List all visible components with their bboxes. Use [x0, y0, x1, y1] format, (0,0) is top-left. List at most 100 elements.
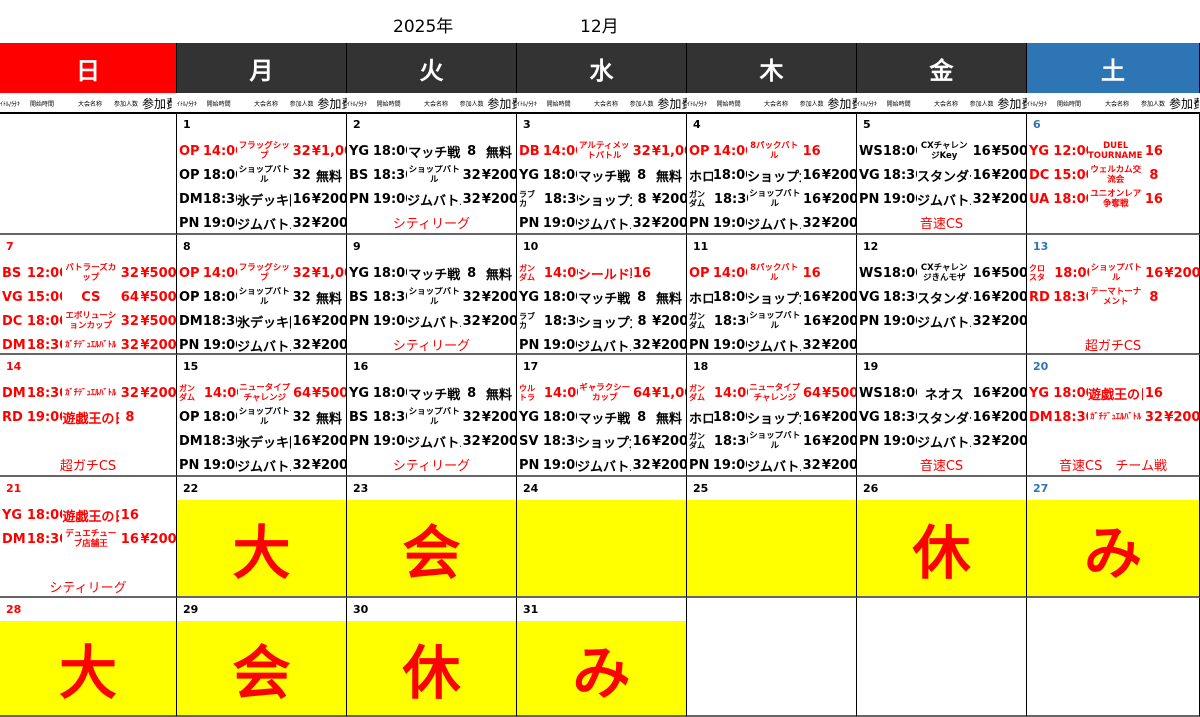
day-cell[interactable]: 10 ガンダム 14:00シールド戦16 YG18:00マッチ戦 8 無料ラブカ 18:30… — [517, 235, 687, 355]
event-row[interactable]: DM18:30ｶﾞﾁﾃﾞｭｴﾙﾊﾞﾄﾙ32¥200 — [2, 382, 176, 404]
day-cell[interactable]: 8OP14:00フラッグシップ32¥1,000OP18:00ショップバトル32無… — [177, 235, 347, 355]
event-row[interactable]: DM18:30氷デッキ限定16¥200 — [179, 430, 346, 452]
day-cell[interactable]: 15 ガンダム 14:00ニュータイプチャレンジ64¥500 OP18:00ショップバ… — [177, 355, 347, 477]
event-row[interactable]: YG18:00マッチ戦 8 無料 — [519, 406, 686, 428]
event-row[interactable]: ラブカ 18:30ショップ大会 8 ¥200 — [519, 310, 686, 332]
event-row[interactable]: ホロ18:00ショップ大会16¥200 — [689, 406, 856, 428]
event-row[interactable]: OP18:00ショップバトル32無料 — [179, 406, 346, 428]
event-row[interactable]: PN19:00ジムバトル32¥200 — [519, 212, 686, 233]
event-row[interactable]: クロスタ 18:00ショップバトル16¥200 — [1029, 262, 1199, 284]
event-row[interactable]: RD18:30テーマトーナメント 8 — [1029, 286, 1199, 308]
day-cell[interactable]: 17 ウルトラ 14:00ギャラクシーカップ64¥1,000 YG18:00マッチ戦 8… — [517, 355, 687, 477]
event-row[interactable]: PN19:00ジムバトル32¥200 — [179, 212, 346, 233]
day-cell[interactable]: 2YG18:00マッチ戦8無料BS18:30ショップバトル32¥200PN19:… — [347, 113, 517, 235]
event-row[interactable]: YG18:00マッチ戦 8 無料 — [519, 164, 686, 186]
event-row[interactable]: OP14:00フラッグシップ32¥1,000 — [179, 140, 346, 162]
event-row[interactable]: PN19:00ジムバトル32¥200 — [349, 430, 516, 452]
event-row[interactable]: ホロ18:00ショップ大会16¥200 — [689, 164, 856, 186]
day-cell[interactable]: 26 休 — [857, 477, 1027, 598]
event-row[interactable]: ガンダム 14:00シールド戦16 — [519, 262, 686, 284]
event-row[interactable]: UA18:00ユニオンレア争奪戦16 — [1029, 188, 1199, 210]
day-cell[interactable]: 29 会 — [177, 598, 347, 717]
event-row[interactable]: ウルトラ 14:00ギャラクシーカップ64¥1,000 — [519, 382, 686, 404]
event-row[interactable]: ガンダム 18:30ショップバトル16¥200 — [689, 188, 856, 210]
day-cell[interactable]: 20YG18:00遊戯王の日16DM18:30ｶﾞﾁﾃﾞｭｴﾙﾊﾞﾄﾙ32¥20… — [1027, 355, 1200, 477]
event-row[interactable]: YG18:00マッチ戦 8 無料 — [349, 140, 516, 162]
day-cell[interactable]: 14 DM18:30ｶﾞﾁﾃﾞｭｴﾙﾊﾞﾄﾙ32¥200 RD19:00遊戯王の日 8… — [0, 355, 177, 477]
event-row[interactable]: DM18:30氷デッキ限定16¥200 — [179, 310, 346, 332]
day-cell[interactable]: 23 会 — [347, 477, 517, 598]
event-row[interactable]: SV18:30ショップ大会16¥200 — [519, 430, 686, 452]
event-row[interactable]: PN19:00ジムバトル32¥200 — [859, 430, 1026, 452]
event-row[interactable]: PN19:00ジムバトル32¥200 — [859, 310, 1026, 332]
event-row[interactable]: PN19:00ジムバトル32¥200 — [689, 212, 856, 233]
day-cell[interactable]: 13 クロスタ 18:00ショップバトル16¥200 RD18:30テーマトーナメント… — [1027, 235, 1200, 355]
day-cell[interactable]: 28 大 — [0, 598, 177, 717]
event-row[interactable]: BS18:30ショップバトル32¥200 — [349, 406, 516, 428]
event-row[interactable]: YG18:00遊戯王の日16 — [1029, 382, 1199, 404]
day-cell[interactable]: 24 — [517, 477, 687, 598]
event-row[interactable]: ホロ18:00ショップ大会16¥200 — [689, 286, 856, 308]
event-row[interactable]: DB14:00アルティメットバトル32¥1,000 — [519, 140, 686, 162]
event-row[interactable]: YG18:00マッチ戦 8 無料 — [349, 262, 516, 284]
event-row[interactable]: DM18:30ｶﾞﾁﾃﾞｭｴﾙﾊﾞﾄﾙ32¥200 — [2, 334, 176, 353]
day-cell[interactable]: 16YG18:00マッチ戦8無料BS18:30ショップバトル32¥200PN19… — [347, 355, 517, 477]
event-row[interactable]: WS18:00CXチャレンジKey16¥500 — [859, 140, 1026, 162]
event-row[interactable]: WS18:00 ネオス 16¥200 — [859, 382, 1026, 404]
day-cell[interactable]: 30 休 — [347, 598, 517, 717]
event-row[interactable]: PN19:00ジムバトル32¥200 — [689, 454, 856, 475]
event-row[interactable]: DC18:00エボリューションカップ32¥500 — [2, 310, 176, 332]
event-row[interactable]: PN19:00ジムバトル32¥200 — [179, 454, 346, 475]
day-cell[interactable]: 19WS18:00ネオス16¥200VG18:30スタンダード16¥200PN1… — [857, 355, 1027, 477]
event-row[interactable]: ガンダム 14:00ニュータイプチャレンジ64¥500 — [179, 382, 346, 404]
event-row[interactable]: ラブカ 18:30ショップ大会 8 ¥200 — [519, 188, 686, 210]
event-row[interactable]: ガンダム 14:00ニュータイプチャレンジ64¥500 — [689, 382, 856, 404]
event-row[interactable]: VG15:00 CS 64¥500 — [2, 286, 176, 308]
event-row[interactable]: BS12:00バトラーズカップ32¥500 — [2, 262, 176, 284]
day-cell[interactable]: 7BS12:00バトラーズカップ32¥500VG15:00CS64¥500DC1… — [0, 235, 177, 355]
event-row[interactable]: DC15:00ウェルカム交流会 8 — [1029, 164, 1199, 186]
event-row[interactable]: PN19:00ジムバトル32¥200 — [859, 188, 1026, 210]
day-cell[interactable]: 4OP14:008パックバトル16ホロ18:00ショップ大会16¥200ガンダム… — [687, 113, 857, 235]
event-row[interactable]: ガンダム 18:30ショップバトル16¥200 — [689, 310, 856, 332]
event-row[interactable]: YG12:00DUEL TOURNAMENT16 — [1029, 140, 1199, 162]
event-row[interactable]: ガンダム 18:30ショップバトル16¥200 — [689, 430, 856, 452]
day-cell[interactable]: 31 み — [517, 598, 687, 717]
day-cell[interactable]: 25 — [687, 477, 857, 598]
event-row[interactable]: BS18:30ショップバトル32¥200 — [349, 164, 516, 186]
event-row[interactable]: VG18:30スタンダード16¥200 — [859, 164, 1026, 186]
day-cell[interactable]: 9YG18:00マッチ戦8無料BS18:30ショップバトル32¥200PN19:… — [347, 235, 517, 355]
event-row[interactable]: DM18:30氷デッキ限定16¥200 — [179, 188, 346, 210]
event-row[interactable]: PN19:00ジムバトル32¥200 — [519, 454, 686, 475]
event-row[interactable]: WS18:00CXチャレンジきんモザ16¥500 — [859, 262, 1026, 284]
event-row[interactable]: VG18:30スタンダード16¥200 — [859, 286, 1026, 308]
event-row[interactable]: RD19:00遊戯王の日 8 — [2, 406, 176, 428]
day-cell[interactable]: 22 大 — [177, 477, 347, 598]
day-cell[interactable]: 1OP14:00フラッグシップ32¥1,000OP18:00ショップバトル32無… — [177, 113, 347, 235]
day-cell[interactable]: 12WS18:00CXチャレンジきんモザ16¥500VG18:30スタンダード1… — [857, 235, 1027, 355]
event-row[interactable]: OP18:00ショップバトル32無料 — [179, 164, 346, 186]
event-row[interactable]: PN19:00ジムバトル32¥200 — [689, 334, 856, 354]
day-cell[interactable]: 6YG12:00DUEL TOURNAMENT16DC15:00ウェルカム交流会… — [1027, 113, 1200, 235]
event-row[interactable]: OP18:00ショップバトル32無料 — [179, 286, 346, 308]
event-row[interactable]: DM18:30デュエチューブ店舗王16¥200 — [2, 528, 176, 550]
event-row[interactable]: VG18:30スタンダード16¥200 — [859, 406, 1026, 428]
event-row[interactable]: PN19:00ジムバトル32¥200 — [519, 334, 686, 354]
event-row[interactable]: PN19:00ジムバトル32¥200 — [179, 334, 346, 354]
day-cell[interactable]: 3DB14:00アルティメットバトル32¥1,000YG18:00マッチ戦8無料… — [517, 113, 687, 235]
day-cell[interactable]: 21YG18:00遊戯王の日16DM18:30デュエチューブ店舗王16¥200シ… — [0, 477, 177, 598]
event-row[interactable]: YG18:00遊戯王の日16 — [2, 504, 176, 526]
event-row[interactable]: DM18:30ｶﾞﾁﾃﾞｭｴﾙﾊﾞﾄﾙ32¥200 — [1029, 406, 1199, 428]
event-row[interactable]: BS18:30ショップバトル32¥200 — [349, 286, 516, 308]
day-cell[interactable]: 18 ガンダム 14:00ニュータイプチャレンジ64¥500 ホロ18:00ショップ大… — [687, 355, 857, 477]
day-cell[interactable]: 11OP14:008パックバトル16ホロ18:00ショップ大会16¥200ガンダ… — [687, 235, 857, 355]
event-row[interactable]: PN19:00ジムバトル32¥200 — [349, 188, 516, 210]
event-row[interactable]: YG18:00マッチ戦 8 無料 — [519, 286, 686, 308]
event-row[interactable]: OP14:008パックバトル16 — [689, 262, 856, 284]
event-row[interactable]: YG18:00マッチ戦 8 無料 — [349, 382, 516, 404]
day-cell[interactable]: 5WS18:00CXチャレンジKey16¥500VG18:30スタンダード16¥… — [857, 113, 1027, 235]
day-cell[interactable]: 27 み — [1027, 477, 1200, 598]
event-row[interactable]: OP14:008パックバトル16 — [689, 140, 856, 162]
event-row[interactable]: OP14:00フラッグシップ32¥1,000 — [179, 262, 346, 284]
event-row[interactable]: PN19:00ジムバトル32¥200 — [349, 310, 516, 332]
